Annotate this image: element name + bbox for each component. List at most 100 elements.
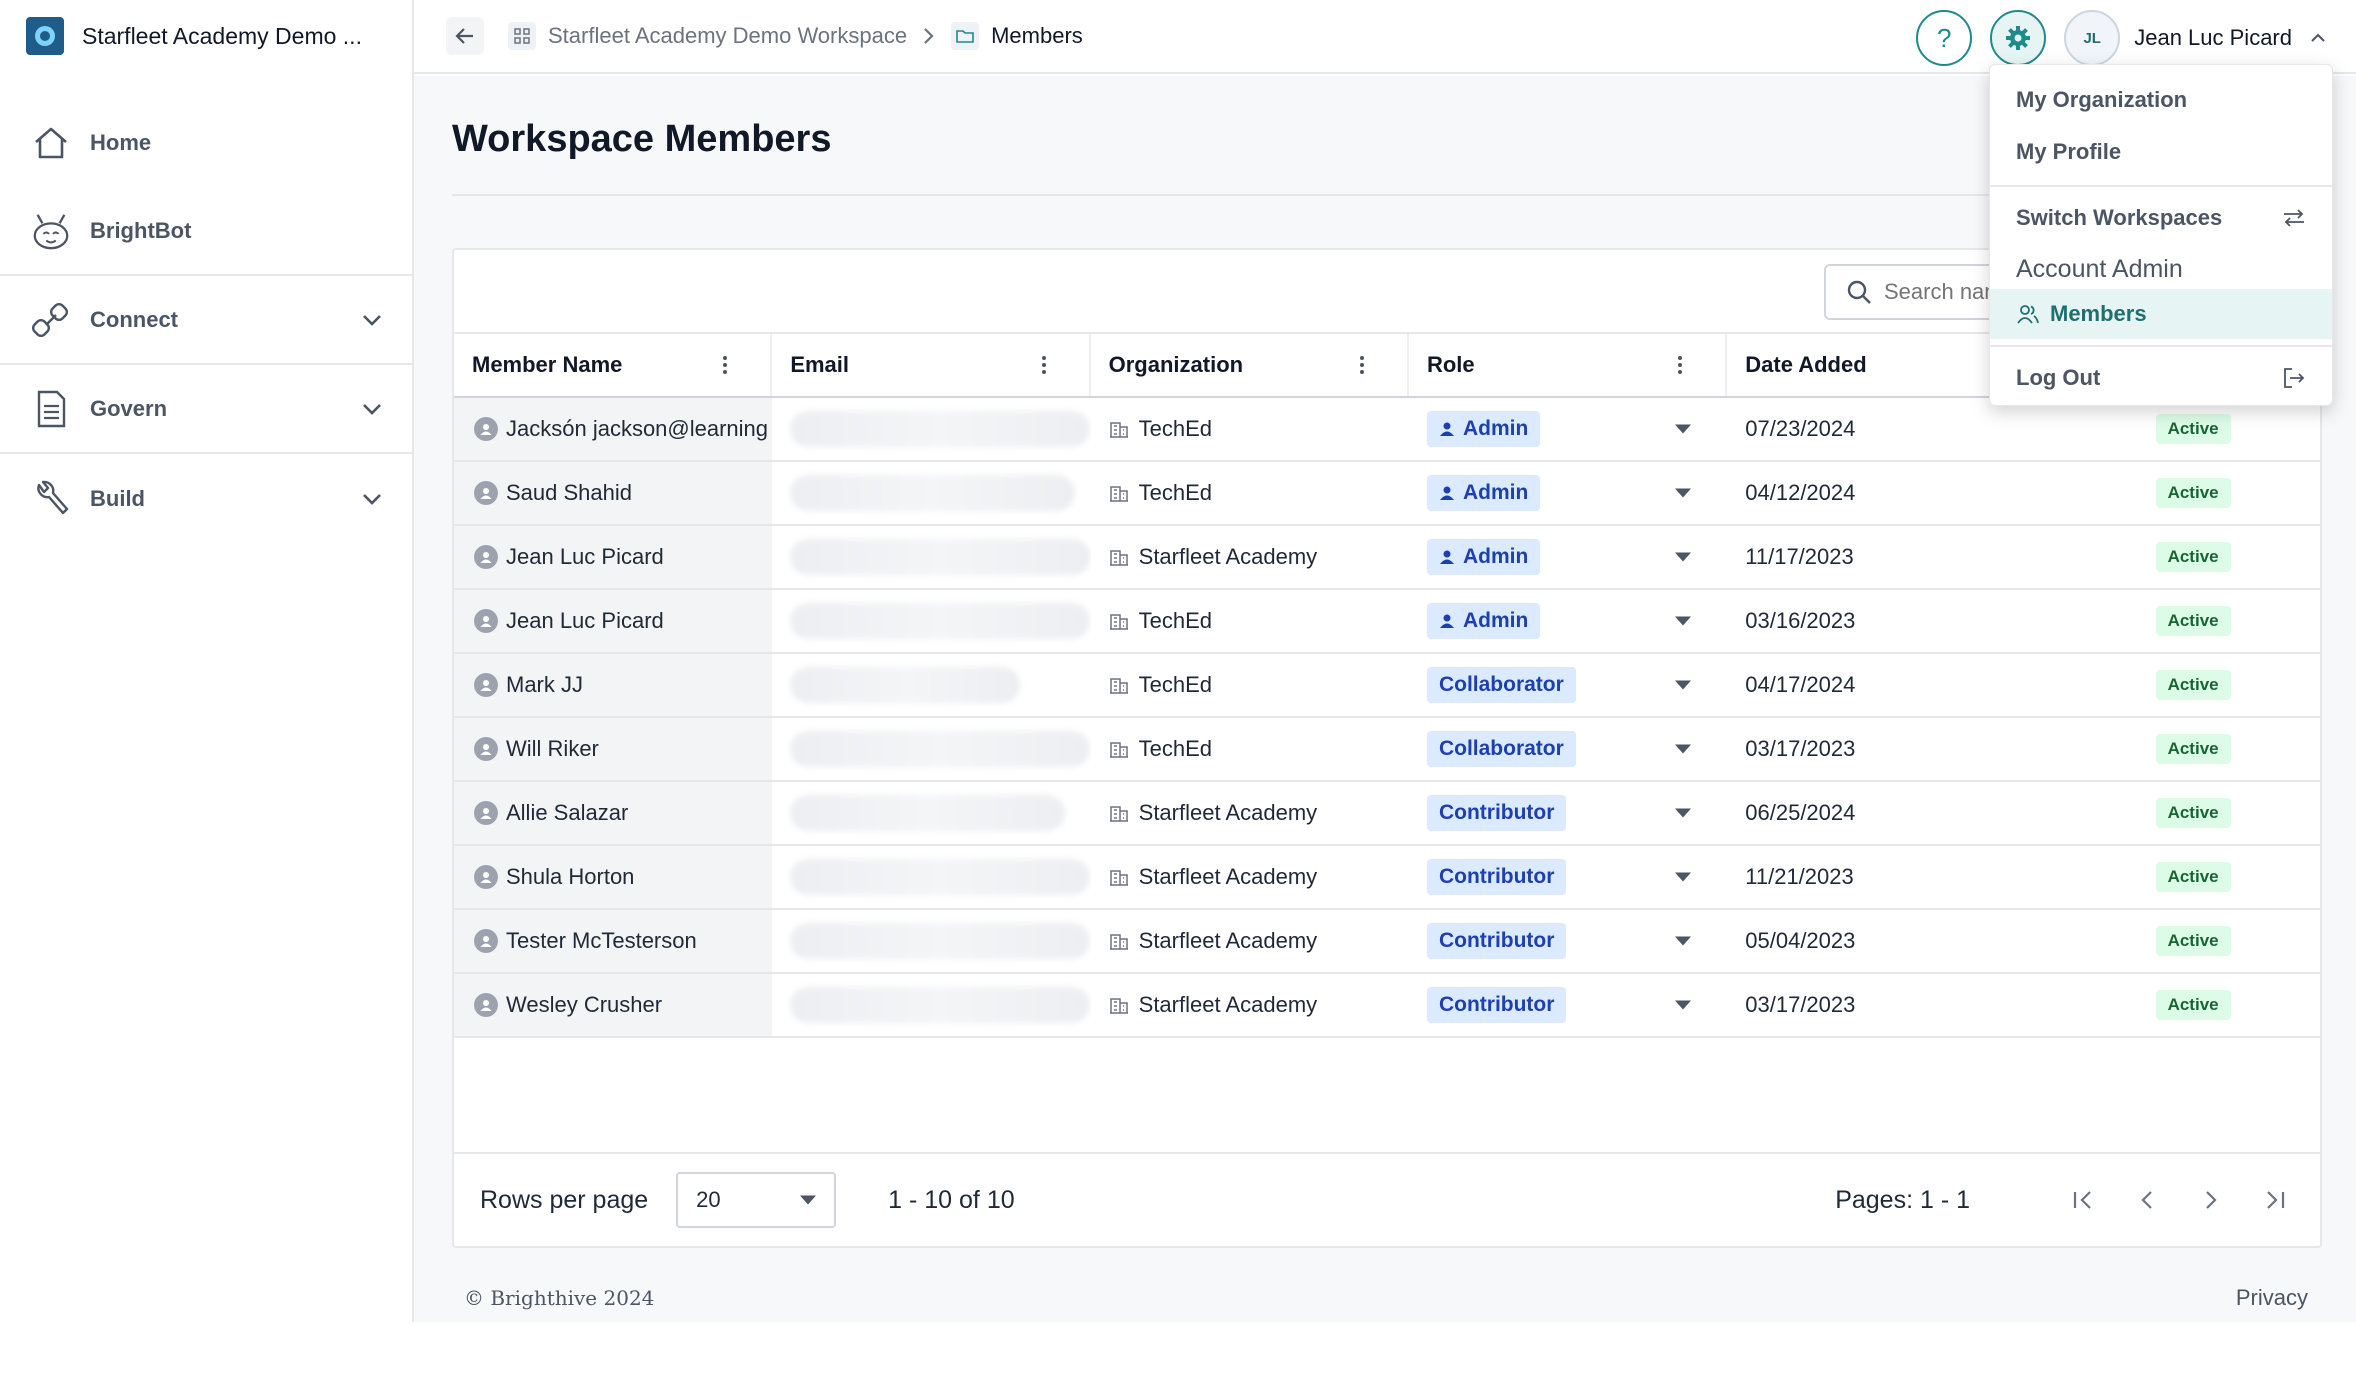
rows-per-page-select[interactable]: 20 <box>676 1172 837 1228</box>
user-name[interactable]: Jean Luc Picard <box>2134 25 2292 51</box>
role-dropdown-icon[interactable] <box>1675 424 1692 434</box>
table-row[interactable]: Tester McTesterson Starfleet Academy Con… <box>454 910 2320 974</box>
cell-role[interactable]: Collaborator <box>1409 654 1727 716</box>
building-icon <box>1109 932 1129 950</box>
next-page-icon[interactable] <box>2196 1185 2226 1215</box>
role-dropdown-icon[interactable] <box>1675 680 1692 690</box>
pagination-bar: Rows per page 20 1 - 10 of 10 Pages: 1 -… <box>454 1152 2320 1246</box>
breadcrumb-members[interactable]: Members <box>951 22 1083 50</box>
column-header-label: Date Added <box>1745 352 1867 377</box>
cell-member-name: Jacksón jackson@learning <box>454 398 773 460</box>
role-dropdown-icon[interactable] <box>1675 616 1692 626</box>
person-icon <box>474 929 498 953</box>
role-dropdown-icon[interactable] <box>1675 744 1692 754</box>
cell-member-name: Wesley Crusher <box>454 974 773 1036</box>
column-header-email[interactable]: Email <box>772 334 1091 396</box>
sidebar-item-govern[interactable]: Govern <box>0 365 412 454</box>
folder-icon <box>951 22 980 50</box>
page-footer: © Brighthive 2024 Privacy <box>414 1274 2356 1322</box>
cell-role[interactable]: Contributor <box>1409 910 1727 972</box>
column-menu-icon[interactable] <box>1359 355 1365 375</box>
settings-button[interactable] <box>1990 10 2047 66</box>
help-button[interactable]: ? <box>1916 10 1973 66</box>
table-row[interactable]: Will Riker TechEd Collaborator 03/17/202… <box>454 718 2320 782</box>
breadcrumb-workspace[interactable]: Starfleet Academy Demo Workspace <box>508 22 907 50</box>
cell-role[interactable]: Admin <box>1409 526 1727 588</box>
date-added: 05/04/2023 <box>1745 928 1856 953</box>
cell-date-added: 07/23/2024 <box>1727 398 2045 460</box>
cell-role[interactable]: Contributor <box>1409 974 1727 1036</box>
pagination-pages: Pages: 1 - 1 <box>1835 1185 1970 1214</box>
status-badge: Active <box>2155 926 2231 956</box>
cell-status: Active <box>2046 718 2320 780</box>
table-row[interactable]: Saud Shahid TechEd Admin 04/12/2024 Acti… <box>454 462 2320 526</box>
avatar[interactable]: JL <box>2064 10 2121 66</box>
privacy-link[interactable]: Privacy <box>2236 1285 2308 1311</box>
cell-role[interactable]: Admin <box>1409 462 1727 524</box>
role-dropdown-icon[interactable] <box>1675 1000 1692 1010</box>
organization-name: TechEd <box>1138 480 1213 505</box>
person-icon <box>1439 549 1455 565</box>
top-bar: Starfleet Academy Demo Workspace Members… <box>414 0 2356 74</box>
email-redacted <box>790 795 1066 831</box>
user-menu: My Organization My Profile Switch Worksp… <box>1989 64 2333 406</box>
column-header-member-name[interactable]: Member Name <box>454 334 773 396</box>
column-header-organization[interactable]: Organization <box>1091 334 1409 396</box>
cell-member-name: Allie Salazar <box>454 782 773 844</box>
role-dropdown-icon[interactable] <box>1675 552 1692 562</box>
cell-email <box>772 974 1091 1036</box>
column-menu-icon[interactable] <box>1041 355 1047 375</box>
column-header-role[interactable]: Role <box>1409 334 1728 396</box>
sidebar-item-brightbot[interactable]: BrightBot <box>0 187 412 276</box>
chevron-right-icon <box>923 27 935 45</box>
grid-icon <box>508 22 536 50</box>
building-icon <box>1109 676 1129 694</box>
sidebar-item-home[interactable]: Home <box>0 98 412 187</box>
role-badge: Collaborator <box>1426 731 1576 767</box>
table-row[interactable]: Mark JJ TechEd Collaborator 04/17/2024 A… <box>454 654 2320 718</box>
table-row[interactable]: Wesley Crusher Starfleet Academy Contrib… <box>454 974 2320 1038</box>
cell-role[interactable]: Admin <box>1409 398 1727 460</box>
organization-name: Starfleet Academy <box>1138 864 1318 889</box>
table-row[interactable]: Jean Luc Picard Starfleet Academy Admin … <box>454 526 2320 590</box>
cell-role[interactable]: Contributor <box>1409 782 1727 844</box>
column-menu-icon[interactable] <box>722 355 728 375</box>
menu-item-log-out[interactable]: Log Out <box>1990 353 2332 403</box>
previous-page-icon[interactable] <box>2132 1185 2162 1215</box>
first-page-icon[interactable] <box>2068 1185 2098 1215</box>
menu-item-my-profile[interactable]: My Profile <box>1990 127 2332 177</box>
back-button[interactable] <box>446 17 484 55</box>
chevron-down-icon[interactable] <box>362 403 382 415</box>
chevron-down-icon[interactable] <box>362 314 382 326</box>
table-row[interactable]: Allie Salazar Starfleet Academy Contribu… <box>454 782 2320 846</box>
cell-date-added: 03/17/2023 <box>1727 974 2045 1036</box>
last-page-icon[interactable] <box>2260 1185 2290 1215</box>
role-dropdown-icon[interactable] <box>1675 872 1692 882</box>
chevron-down-icon[interactable] <box>362 493 382 505</box>
menu-item-switch-workspaces[interactable]: Switch Workspaces <box>1990 193 2332 243</box>
sidebar-item-connect[interactable]: Connect <box>0 276 412 365</box>
column-menu-icon[interactable] <box>1677 355 1683 375</box>
person-icon <box>474 673 498 697</box>
workspace-brand[interactable]: Starfleet Academy Demo ... <box>0 0 412 72</box>
cell-role[interactable]: Contributor <box>1409 846 1727 908</box>
menu-item-members[interactable]: Members <box>1990 289 2332 339</box>
chevron-up-icon[interactable] <box>2310 33 2326 43</box>
person-icon <box>474 865 498 889</box>
cell-role[interactable]: Admin <box>1409 590 1727 652</box>
brand-logo-icon <box>26 17 64 55</box>
menu-item-my-organization[interactable]: My Organization <box>1990 75 2332 125</box>
role-dropdown-icon[interactable] <box>1675 488 1692 498</box>
sidebar-item-build[interactable]: Build <box>0 454 412 543</box>
table-row[interactable]: Jean Luc Picard TechEd Admin 03/16/2023 … <box>454 590 2320 654</box>
cell-email <box>772 398 1091 460</box>
table-row[interactable]: Shula Horton Starfleet Academy Contribut… <box>454 846 2320 910</box>
role-dropdown-icon[interactable] <box>1675 936 1692 946</box>
home-icon <box>30 122 72 164</box>
table-row[interactable]: Jacksón jackson@learning TechEd Admin 07… <box>454 398 2320 462</box>
cell-date-added: 11/17/2023 <box>1727 526 2045 588</box>
person-icon <box>474 417 498 441</box>
cell-role[interactable]: Collaborator <box>1409 718 1727 780</box>
column-header-label: Organization <box>1108 352 1244 377</box>
role-dropdown-icon[interactable] <box>1675 808 1692 818</box>
